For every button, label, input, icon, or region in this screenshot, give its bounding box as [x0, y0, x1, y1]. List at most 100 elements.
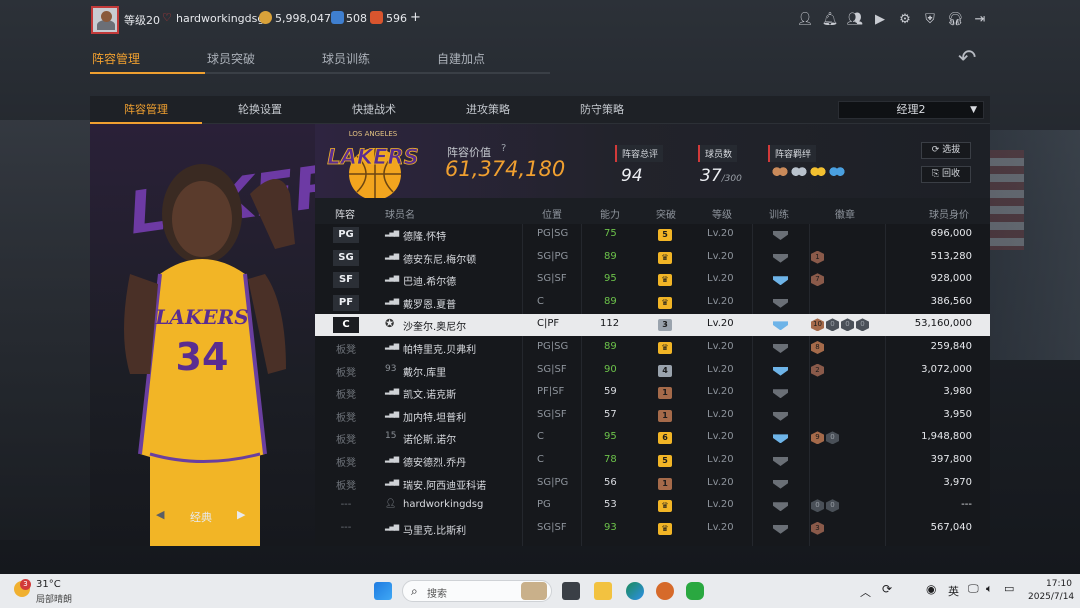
- badge-icon[interactable]: 9: [811, 431, 824, 445]
- table-row[interactable]: 板凳 ▂▄▆ 加内特.坦普利 SG|SF 57 1 Lv.20 3,950: [315, 405, 990, 427]
- volume-icon[interactable]: 🔈︎: [986, 582, 993, 596]
- table-row[interactable]: --- 👤︎ hardworkingdsg PG 53 ♛ Lv.20 0 0 ---: [315, 495, 990, 517]
- player-name[interactable]: 德隆.怀特: [403, 228, 446, 243]
- file-explorer-icon[interactable]: [594, 582, 612, 600]
- gear-icon[interactable]: ⚙: [897, 11, 913, 27]
- table-row[interactable]: 板凳 ▂▄▆ 德安德烈.乔丹 C 78 5 Lv.20 397,800: [315, 450, 990, 472]
- training-icon[interactable]: [773, 298, 788, 308]
- bell-icon[interactable]: 🔔︎: [822, 11, 839, 27]
- lineup-slot-label[interactable]: 板凳: [333, 341, 359, 356]
- lineup-slot-badge[interactable]: C: [333, 317, 359, 334]
- table-row[interactable]: 板凳 ▂▄▆ 瑞安.阿西迪亚科诺 SG|PG 56 1 Lv.20 3,970: [315, 473, 990, 495]
- windows-start-icon[interactable]: [374, 582, 392, 600]
- col-training[interactable]: 训练: [769, 206, 789, 221]
- bond-icons[interactable]: [772, 166, 845, 180]
- training-icon[interactable]: [773, 344, 788, 353]
- table-row[interactable]: PF ▂▄▆ 戴罗恩.夏普 C 89 ♛ Lv.20 386,560: [315, 292, 990, 314]
- training-icon[interactable]: [773, 253, 788, 263]
- lineup-slot-label[interactable]: 板凳: [333, 386, 359, 401]
- tab-player-breakthrough[interactable]: 球员突破: [205, 48, 320, 74]
- player-name[interactable]: 加内特.坦普利: [403, 409, 466, 424]
- training-icon[interactable]: [773, 231, 788, 240]
- table-row[interactable]: SF ▂▄▆ 巴迪.希尔德 SG|SF 95 ♛ Lv.20 7 928,000: [315, 269, 990, 291]
- lineup-slot-label[interactable]: 板凳: [333, 454, 359, 469]
- badge-icon[interactable]: 1: [811, 250, 824, 264]
- training-icon[interactable]: [773, 411, 788, 421]
- col-value[interactable]: 球员身价: [929, 206, 969, 221]
- badge-icon[interactable]: 0: [826, 499, 839, 513]
- prev-style-button[interactable]: ◀: [156, 508, 164, 521]
- lineup-slot-badge[interactable]: PF: [333, 294, 359, 311]
- player-name[interactable]: 德安东尼.梅尔顿: [403, 251, 476, 266]
- training-icon[interactable]: [773, 276, 788, 286]
- table-row[interactable]: 板凳 15 诺伦斯.诺尔 C 95 6 Lv.20 9 0 1,948,800: [315, 427, 990, 449]
- lineup-slot-label[interactable]: 板凳: [333, 409, 359, 424]
- player-name[interactable]: 德安德烈.乔丹: [403, 454, 466, 469]
- badge-icon[interactable]: 0: [811, 499, 824, 513]
- subtab-offense[interactable]: 进攻策略: [432, 96, 544, 124]
- wechat-icon[interactable]: [686, 582, 704, 600]
- table-row[interactable]: 板凳 ▂▄▆ 凯文.诺克斯 PF|SF 59 1 Lv.20 3,980: [315, 382, 990, 404]
- badge-icon[interactable]: 7: [811, 273, 824, 287]
- lineup-slot-label[interactable]: 板凳: [333, 364, 359, 379]
- subtab-rotation[interactable]: 轮换设置: [204, 96, 316, 124]
- subtab-lineup[interactable]: 阵容管理: [90, 96, 202, 124]
- tab-player-training[interactable]: 球员训练: [320, 48, 435, 74]
- training-icon[interactable]: [773, 457, 788, 466]
- clock-date[interactable]: 2025/7/14: [1028, 592, 1074, 602]
- select-button[interactable]: ⟳ 选拔: [921, 142, 971, 159]
- lineup-slot-badge[interactable]: PG: [333, 227, 359, 243]
- network-icon[interactable]: 🖵︎: [968, 582, 979, 596]
- lineup-slot-label[interactable]: ---: [333, 522, 359, 533]
- headset-icon[interactable]: 🎧︎: [947, 11, 964, 27]
- tab-custom-points[interactable]: 自建加点: [435, 48, 550, 74]
- clock-time[interactable]: 17:10: [1046, 579, 1072, 589]
- lineup-slot-label[interactable]: ---: [333, 499, 359, 510]
- app-tray-icon[interactable]: ◉: [926, 582, 936, 596]
- manager-select[interactable]: 经理2 ▼: [838, 101, 984, 119]
- question-icon[interactable]: ?: [501, 143, 506, 154]
- tab-lineup-management[interactable]: 阵容管理: [90, 48, 205, 74]
- battery-icon[interactable]: ▭: [1004, 582, 1014, 595]
- badge-icon[interactable]: 0: [841, 318, 854, 332]
- table-row[interactable]: --- ▂▄▆ 马里克.比斯利 SG|SF 93 ♛ Lv.20 3 567,040: [315, 518, 990, 540]
- profile-icon[interactable]: 👤︎: [797, 11, 814, 27]
- taskbar-search[interactable]: ⌕ 搜索: [402, 580, 552, 602]
- table-row[interactable]: 板凳 93 戴尔.库里 SG|SF 90 4 Lv.20 2 3,072,000: [315, 360, 990, 382]
- avatar[interactable]: [91, 6, 119, 34]
- weather-temp[interactable]: 31°C: [36, 579, 61, 590]
- lineup-slot-label[interactable]: 板凳: [333, 431, 359, 446]
- badge-icon[interactable]: 2: [811, 363, 824, 377]
- col-badges[interactable]: 徽章: [835, 206, 855, 221]
- player-name[interactable]: 戴尔.库里: [403, 364, 446, 379]
- basketball-game-icon[interactable]: [656, 582, 674, 600]
- player-name[interactable]: 沙奎尔.奥尼尔: [403, 318, 466, 333]
- subtab-defense[interactable]: 防守策略: [546, 96, 658, 124]
- player-name[interactable]: 诺伦斯.诺尔: [403, 431, 456, 446]
- training-icon[interactable]: [773, 524, 788, 534]
- table-row[interactable]: SG ▂▄▆ 德安东尼.梅尔顿 SG|PG 89 ♛ Lv.20 1 513,280: [315, 247, 990, 269]
- lineup-slot-label[interactable]: 板凳: [333, 477, 359, 492]
- recycle-button[interactable]: ⎘ 回收: [921, 166, 971, 183]
- training-icon[interactable]: [773, 434, 788, 444]
- friends-icon[interactable]: 👥︎: [847, 11, 864, 27]
- col-ability[interactable]: 能力: [600, 206, 620, 221]
- training-icon[interactable]: [773, 389, 788, 399]
- subtab-quick-tactics[interactable]: 快捷战术: [318, 96, 430, 124]
- badge-icon[interactable]: 8: [811, 341, 824, 354]
- video-icon[interactable]: ▶: [872, 11, 888, 27]
- player-name[interactable]: 瑞安.阿西迪亚科诺: [403, 477, 486, 492]
- table-row[interactable]: 板凳 ▂▄▆ 帕特里克.贝弗利 PG|SG 89 ♛ Lv.20 8 259,840: [315, 337, 990, 359]
- sync-icon[interactable]: ⟳: [882, 582, 892, 596]
- player-name[interactable]: hardworkingdsg: [403, 499, 483, 510]
- edge-browser-icon[interactable]: [626, 582, 644, 600]
- player-name[interactable]: 戴罗恩.夏普: [403, 296, 456, 311]
- player-name[interactable]: 帕特里克.贝弗利: [403, 341, 476, 356]
- badge-icon[interactable]: 0: [826, 318, 839, 332]
- player-name[interactable]: 凯文.诺克斯: [403, 386, 456, 401]
- col-breakthrough[interactable]: 突破: [656, 206, 676, 221]
- back-arrow-icon[interactable]: ↶: [958, 46, 976, 71]
- training-icon[interactable]: [773, 479, 788, 489]
- training-icon[interactable]: [773, 366, 788, 376]
- next-style-button[interactable]: ▶: [237, 508, 245, 521]
